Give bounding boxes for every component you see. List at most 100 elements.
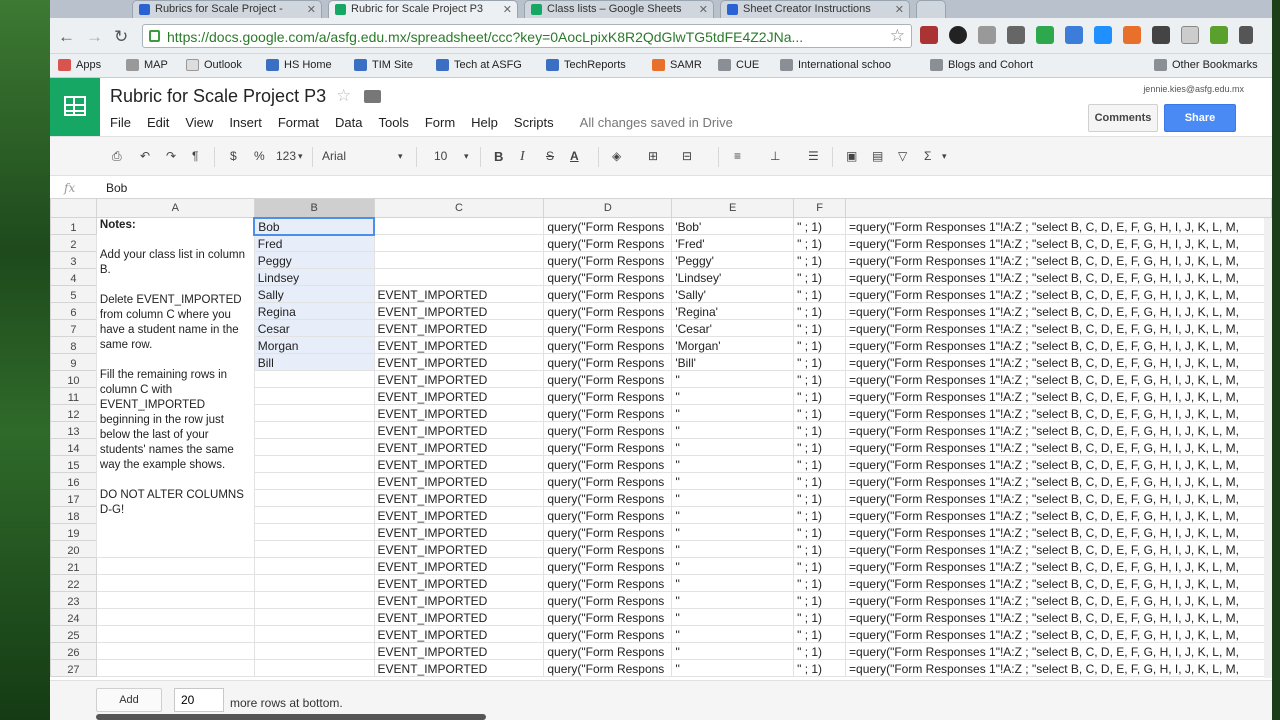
cell-c[interactable]: EVENT_IMPORTED [373, 336, 545, 354]
cell-f[interactable]: " ; 1) [793, 251, 847, 269]
cell-c[interactable] [373, 234, 545, 252]
cell-a[interactable] [95, 625, 255, 643]
cell-f[interactable]: " ; 1) [793, 540, 847, 558]
cell-b[interactable] [253, 557, 375, 575]
close-icon[interactable]: ✕ [307, 3, 316, 16]
cell-b[interactable]: Regina [253, 302, 375, 320]
cell-d[interactable]: query("Form Respons [543, 438, 673, 456]
cell-b[interactable]: Peggy [253, 251, 375, 269]
cell-d[interactable]: query("Form Respons [543, 642, 673, 660]
cell-g[interactable]: =query("Form Responses 1"!A:Z ; "select … [845, 523, 1272, 541]
cell-b[interactable]: Lindsey [253, 268, 375, 286]
cell-a[interactable] [95, 642, 255, 660]
cell-b[interactable] [253, 659, 375, 677]
percent-format-button[interactable]: % [254, 149, 265, 163]
cell-e[interactable]: 'Cesar' [671, 319, 795, 337]
cell-c[interactable]: EVENT_IMPORTED [373, 421, 545, 439]
cell-e[interactable]: 'Peggy' [671, 251, 795, 269]
comment-icon[interactable]: ▣ [846, 149, 857, 163]
cell-b[interactable] [253, 387, 375, 405]
cell-f[interactable]: " ; 1) [793, 268, 847, 286]
cell-d[interactable]: query("Form Respons [543, 523, 673, 541]
cell-d[interactable]: query("Form Respons [543, 455, 673, 473]
cell-g[interactable]: =query("Form Responses 1"!A:Z ; "select … [845, 438, 1272, 456]
row-header[interactable]: 24 [50, 608, 97, 626]
cell-d[interactable]: query("Form Respons [543, 251, 673, 269]
menu-data[interactable]: Data [335, 115, 362, 130]
close-icon[interactable]: ✕ [503, 3, 512, 16]
cell-g[interactable]: =query("Form Responses 1"!A:Z ; "select … [845, 336, 1272, 354]
bookmark-samr[interactable]: SAMR [652, 59, 702, 71]
cell-e[interactable]: '' [671, 523, 795, 541]
cell-e[interactable]: 'Fred' [671, 234, 795, 252]
bookmark-star-icon[interactable]: ☆ [890, 26, 905, 46]
cell-b[interactable] [253, 608, 375, 626]
cell-f[interactable]: " ; 1) [793, 285, 847, 303]
row-header[interactable]: 5 [50, 285, 97, 303]
cell-a[interactable] [95, 591, 255, 609]
menu-help[interactable]: Help [471, 115, 498, 130]
close-icon[interactable]: ✕ [699, 3, 708, 16]
cell-e[interactable]: '' [671, 472, 795, 490]
cell-f[interactable]: " ; 1) [793, 455, 847, 473]
menu-tools[interactable]: Tools [378, 115, 408, 130]
column-header-c[interactable]: C [373, 198, 545, 218]
cell-d[interactable]: query("Form Respons [543, 387, 673, 405]
functions-button[interactable]: Σ [924, 149, 931, 163]
bookmark-other-bookmarks[interactable]: Other Bookmarks [1154, 59, 1258, 71]
horizontal-scrollbar[interactable] [96, 714, 486, 720]
cell-c[interactable]: EVENT_IMPORTED [373, 591, 545, 609]
cell-e[interactable]: '' [671, 574, 795, 592]
cell-d[interactable]: query("Form Respons [543, 574, 673, 592]
cell-e[interactable]: '' [671, 642, 795, 660]
cell-a[interactable] [95, 574, 255, 592]
row-header[interactable]: 27 [50, 659, 97, 677]
cell-f[interactable]: " ; 1) [793, 438, 847, 456]
cell-g[interactable]: =query("Form Responses 1"!A:Z ; "select … [845, 234, 1272, 252]
cell-f[interactable]: " ; 1) [793, 370, 847, 388]
cell-e[interactable]: '' [671, 489, 795, 507]
cell-d[interactable]: query("Form Respons [543, 591, 673, 609]
column-header-d[interactable]: D [543, 198, 673, 218]
cell-c[interactable]: EVENT_IMPORTED [373, 557, 545, 575]
redo-icon[interactable]: ↷ [166, 149, 176, 163]
share-button[interactable]: Share [1164, 104, 1236, 132]
cell-e[interactable]: 'Lindsey' [671, 268, 795, 286]
paint-format-icon[interactable]: ¶ [192, 149, 198, 163]
extension-icon[interactable] [978, 26, 996, 44]
menu-edit[interactable]: Edit [147, 115, 169, 130]
cell-c[interactable]: EVENT_IMPORTED [373, 489, 545, 507]
column-header-a[interactable]: A [95, 198, 255, 218]
cell-g[interactable]: =query("Form Responses 1"!A:Z ; "select … [845, 404, 1272, 422]
row-header[interactable]: 6 [50, 302, 97, 320]
star-icon[interactable]: ☆ [336, 86, 351, 106]
cell-g[interactable]: =query("Form Responses 1"!A:Z ; "select … [845, 506, 1272, 524]
column-header-e[interactable]: E [671, 198, 795, 218]
chevron-down-icon[interactable]: ▾ [942, 151, 947, 162]
cell-f[interactable]: " ; 1) [793, 642, 847, 660]
cell-c[interactable]: EVENT_IMPORTED [373, 353, 545, 371]
add-rows-button[interactable]: Add [96, 688, 162, 712]
cell-c[interactable]: EVENT_IMPORTED [373, 404, 545, 422]
cell-f[interactable]: " ; 1) [793, 404, 847, 422]
cell-g[interactable]: =query("Form Responses 1"!A:Z ; "select … [845, 557, 1272, 575]
cell-f[interactable]: " ; 1) [793, 523, 847, 541]
cell-c[interactable] [373, 268, 545, 286]
back-arrow-icon[interactable]: ← [58, 27, 75, 47]
cell-d[interactable]: query("Form Respons [543, 625, 673, 643]
cell-d[interactable]: query("Form Respons [543, 404, 673, 422]
row-header[interactable]: 12 [50, 404, 97, 422]
row-header[interactable]: 13 [50, 421, 97, 439]
number-format-button[interactable]: 123 [276, 149, 296, 163]
cell-e[interactable]: '' [671, 438, 795, 456]
bookmark-cue[interactable]: CUE [718, 59, 759, 71]
reload-icon[interactable]: ↻ [114, 27, 128, 47]
cell-b[interactable] [253, 455, 375, 473]
cell-e[interactable]: '' [671, 557, 795, 575]
drive-icon[interactable] [1036, 26, 1054, 44]
cell-d[interactable]: query("Form Respons [543, 302, 673, 320]
cell-e[interactable]: '' [671, 659, 795, 677]
row-header[interactable]: 14 [50, 438, 97, 456]
cell-f[interactable]: " ; 1) [793, 319, 847, 337]
cell-c[interactable]: EVENT_IMPORTED [373, 438, 545, 456]
